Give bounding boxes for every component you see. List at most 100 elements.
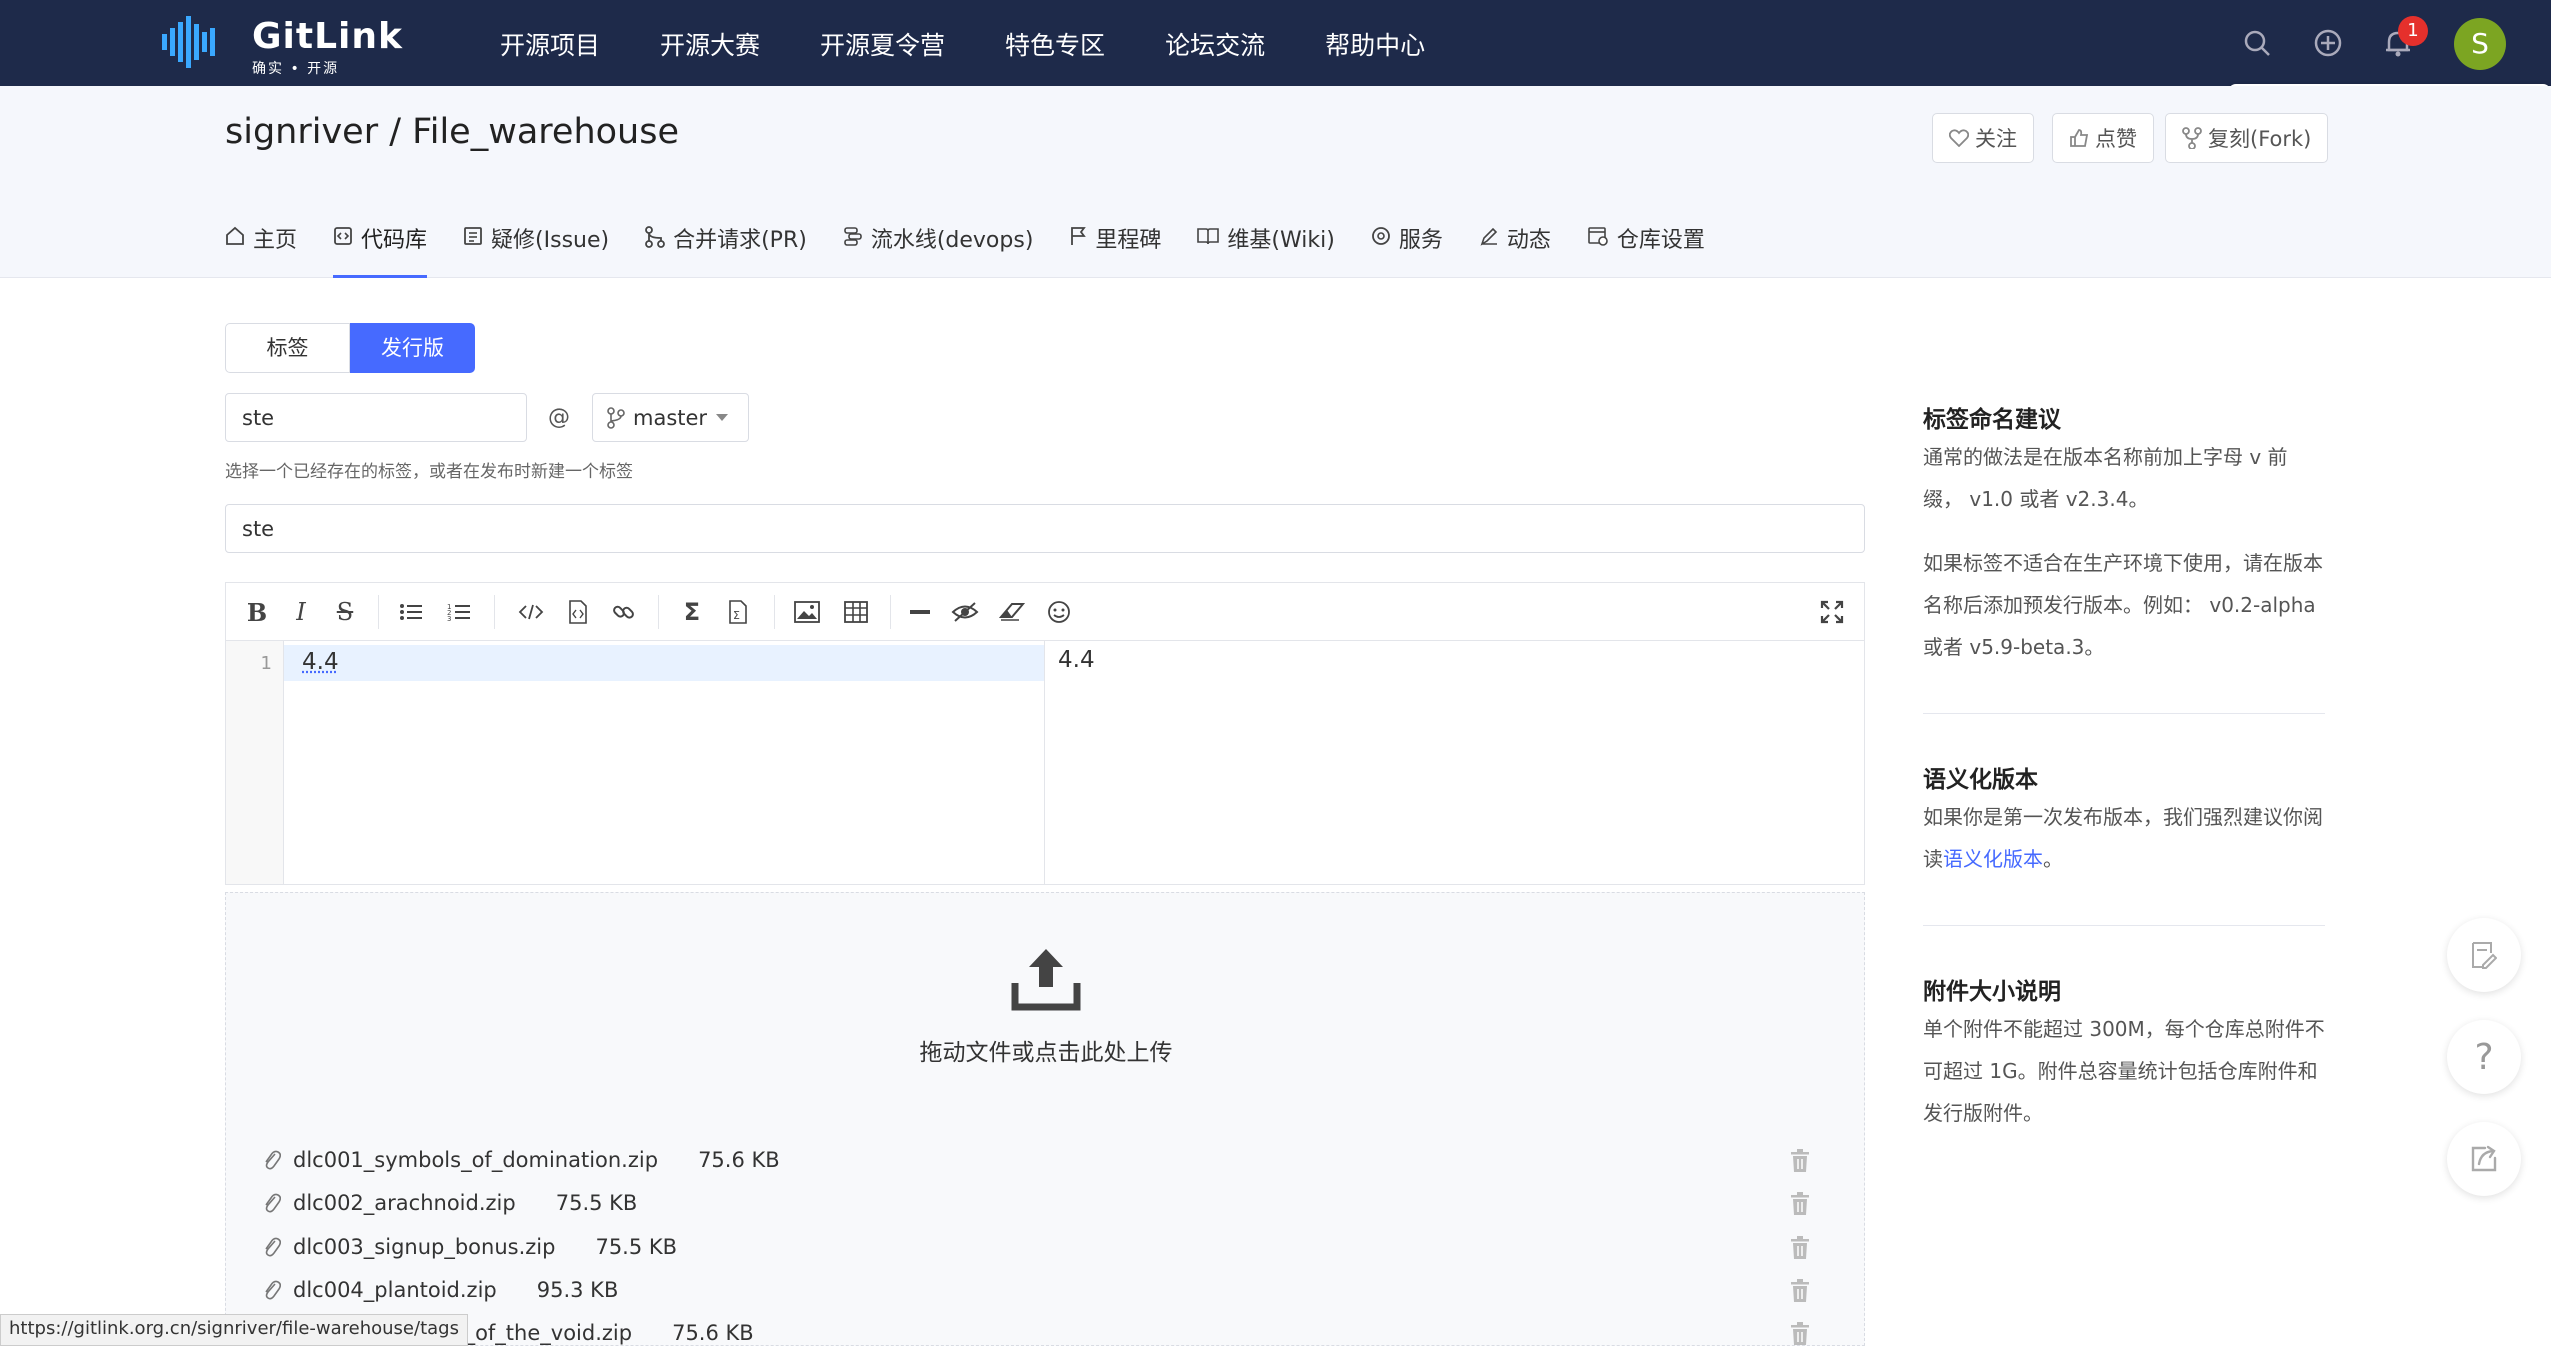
add-icon[interactable] [2313,28,2343,58]
attachment-size: 75.5 KB [555,1191,638,1215]
image-icon[interactable] [792,597,822,627]
top-navbar: GitLink 确实 • 开源 开源项目 开源大赛 开源夏令营 特色专区 论坛交… [0,0,2551,86]
italic-icon[interactable]: I [286,597,316,627]
strikethrough-icon[interactable]: S [330,597,360,627]
tab-code[interactable]: 代码库 [333,222,428,278]
markdown-editor: B I S 123 Σ Σ 1 4.4 4.4 [225,582,1865,885]
branch-value: master [633,405,708,430]
avatar[interactable]: S [2454,18,2506,70]
trash-icon [1791,1322,1809,1345]
trash-icon [1791,1149,1809,1172]
sidebar-tag-naming: 标签命名建议 通常的做法是在版本名称前加上字母 v 前缀， v1.0 或者 v2… [1923,400,2325,668]
tab-settings[interactable]: 仓库设置 [1587,222,1705,278]
tab-code-label: 代码库 [361,228,428,253]
fork-button[interactable]: 复刻(Fork) [2165,113,2329,163]
bold-icon[interactable]: B [242,597,272,627]
nav-open-projects[interactable]: 开源项目 [500,26,600,62]
flag-icon [1071,227,1087,245]
notification-badge: 1 [2398,16,2428,46]
semver-link[interactable]: 语义化版本 [1943,847,2043,871]
tab-settings-label: 仓库设置 [1616,228,1705,253]
formula-icon[interactable]: Σ [677,597,707,627]
star-button[interactable]: 点赞 [2052,113,2154,163]
tab-home[interactable]: 主页 [225,222,297,278]
bullet-list-icon[interactable] [396,597,426,627]
attachment-name[interactable]: dlc004_plantoid.zip [293,1278,497,1302]
help-icon: ? [2474,1036,2494,1078]
svg-text:Σ: Σ [733,609,740,622]
at-symbol: @ [548,405,570,430]
tab-pull-request[interactable]: 合并请求(PR) [645,222,807,278]
paperclip-icon [265,1150,281,1170]
horizontal-rule-icon[interactable] [905,597,935,627]
editor-toolbar: B I S 123 Σ Σ [226,583,1864,641]
attachment-name[interactable]: dlc002_arachnoid.zip [293,1191,516,1215]
sidebar-title-attachment-size: 附件大小说明 [1923,979,2061,1005]
nav-featured[interactable]: 特色专区 [1005,26,1105,62]
delete-attachment-button[interactable] [1790,1149,1812,1175]
thumbs-up-icon [2070,129,2089,147]
trash-icon [1791,1236,1809,1259]
feedback-button[interactable] [2447,918,2521,992]
trash-icon [1791,1279,1809,1302]
nav-help[interactable]: 帮助中心 [1325,26,1425,62]
nav-forum[interactable]: 论坛交流 [1165,26,1265,62]
sidebar-divider [1923,925,2325,926]
tab-wiki[interactable]: 维基(Wiki) [1197,222,1335,278]
link-icon[interactable] [609,597,639,627]
ordered-list-icon[interactable]: 123 [444,597,474,627]
tab-devops[interactable]: 流水线(devops) [843,222,1033,278]
star-label: 点赞 [2095,127,2137,151]
activity-icon [1480,227,1497,246]
upload-icon [1011,949,1081,1011]
help-button[interactable]: ? [2447,1020,2521,1094]
issue-icon [464,227,482,245]
watch-label: 关注 [1975,127,2017,151]
tag-release-switch: 标签 发行版 [225,323,475,373]
active-line-highlight [284,645,1044,681]
semver-end: 。 [2043,847,2063,871]
tab-service-label: 服务 [1398,228,1443,253]
search-icon[interactable] [2242,28,2272,58]
tab-service[interactable]: 服务 [1371,222,1443,278]
release-title-input[interactable]: ste [225,504,1865,553]
tab-activity[interactable]: 动态 [1479,222,1551,278]
fullscreen-icon[interactable] [1817,597,1847,627]
tags-tab-button[interactable]: 标签 [225,323,350,373]
delete-attachment-button[interactable] [1790,1236,1812,1262]
share-icon [2471,1145,2497,1172]
attachment-name[interactable]: dlc001_symbols_of_domination.zip [293,1148,658,1172]
pipeline-icon [844,227,862,246]
code-block-icon[interactable] [563,597,593,627]
sidebar-title-semver: 语义化版本 [1923,767,2038,793]
delete-attachment-button[interactable] [1790,1322,1812,1348]
formula-block-icon[interactable]: Σ [723,597,753,627]
sidebar-text-tag-naming-1: 通常的做法是在版本名称前加上字母 v 前缀， v1.0 或者 v2.3.4。 [1923,445,2288,511]
share-button[interactable] [2447,1122,2521,1196]
nav-competitions[interactable]: 开源大赛 [660,26,760,62]
branch-select[interactable]: master [592,393,749,442]
delete-attachment-button[interactable] [1790,1279,1812,1305]
table-icon[interactable] [841,597,871,627]
attachment-row: dlc001_symbols_of_domination.zip 75.6 KB [263,1148,780,1172]
sidebar-attachment-size: 附件大小说明 单个附件不能超过 300M，每个仓库总附件不可超过 1G。附件总容… [1923,972,2325,1134]
emoji-icon[interactable] [1044,597,1074,627]
attachment-name[interactable]: dlc003_signup_bonus.zip [293,1235,555,1259]
releases-tab-button[interactable]: 发行版 [350,323,475,373]
eraser-icon[interactable] [997,597,1027,627]
editor-text[interactable]: 4.4 [302,649,339,675]
gitlink-logo[interactable]: GitLink 确实 • 开源 [160,14,430,77]
inline-code-icon[interactable] [516,597,546,627]
fork-icon [2182,127,2202,149]
nav-summer-camp[interactable]: 开源夏令营 [820,26,945,62]
delete-attachment-button[interactable] [1790,1192,1812,1218]
sidebar-divider [1923,713,2325,714]
repo-title[interactable]: signriver / File_warehouse [225,112,679,152]
tag-name-input[interactable]: ste [225,393,527,442]
attachment-size: 75.6 KB [698,1148,780,1172]
watch-button[interactable]: 关注 [1932,113,2034,163]
attachment-size: 75.6 KB [672,1321,754,1345]
tab-issue[interactable]: 疑修(Issue) [463,222,609,278]
tab-milestone[interactable]: 里程碑 [1069,222,1161,278]
preview-toggle-icon[interactable] [950,597,980,627]
